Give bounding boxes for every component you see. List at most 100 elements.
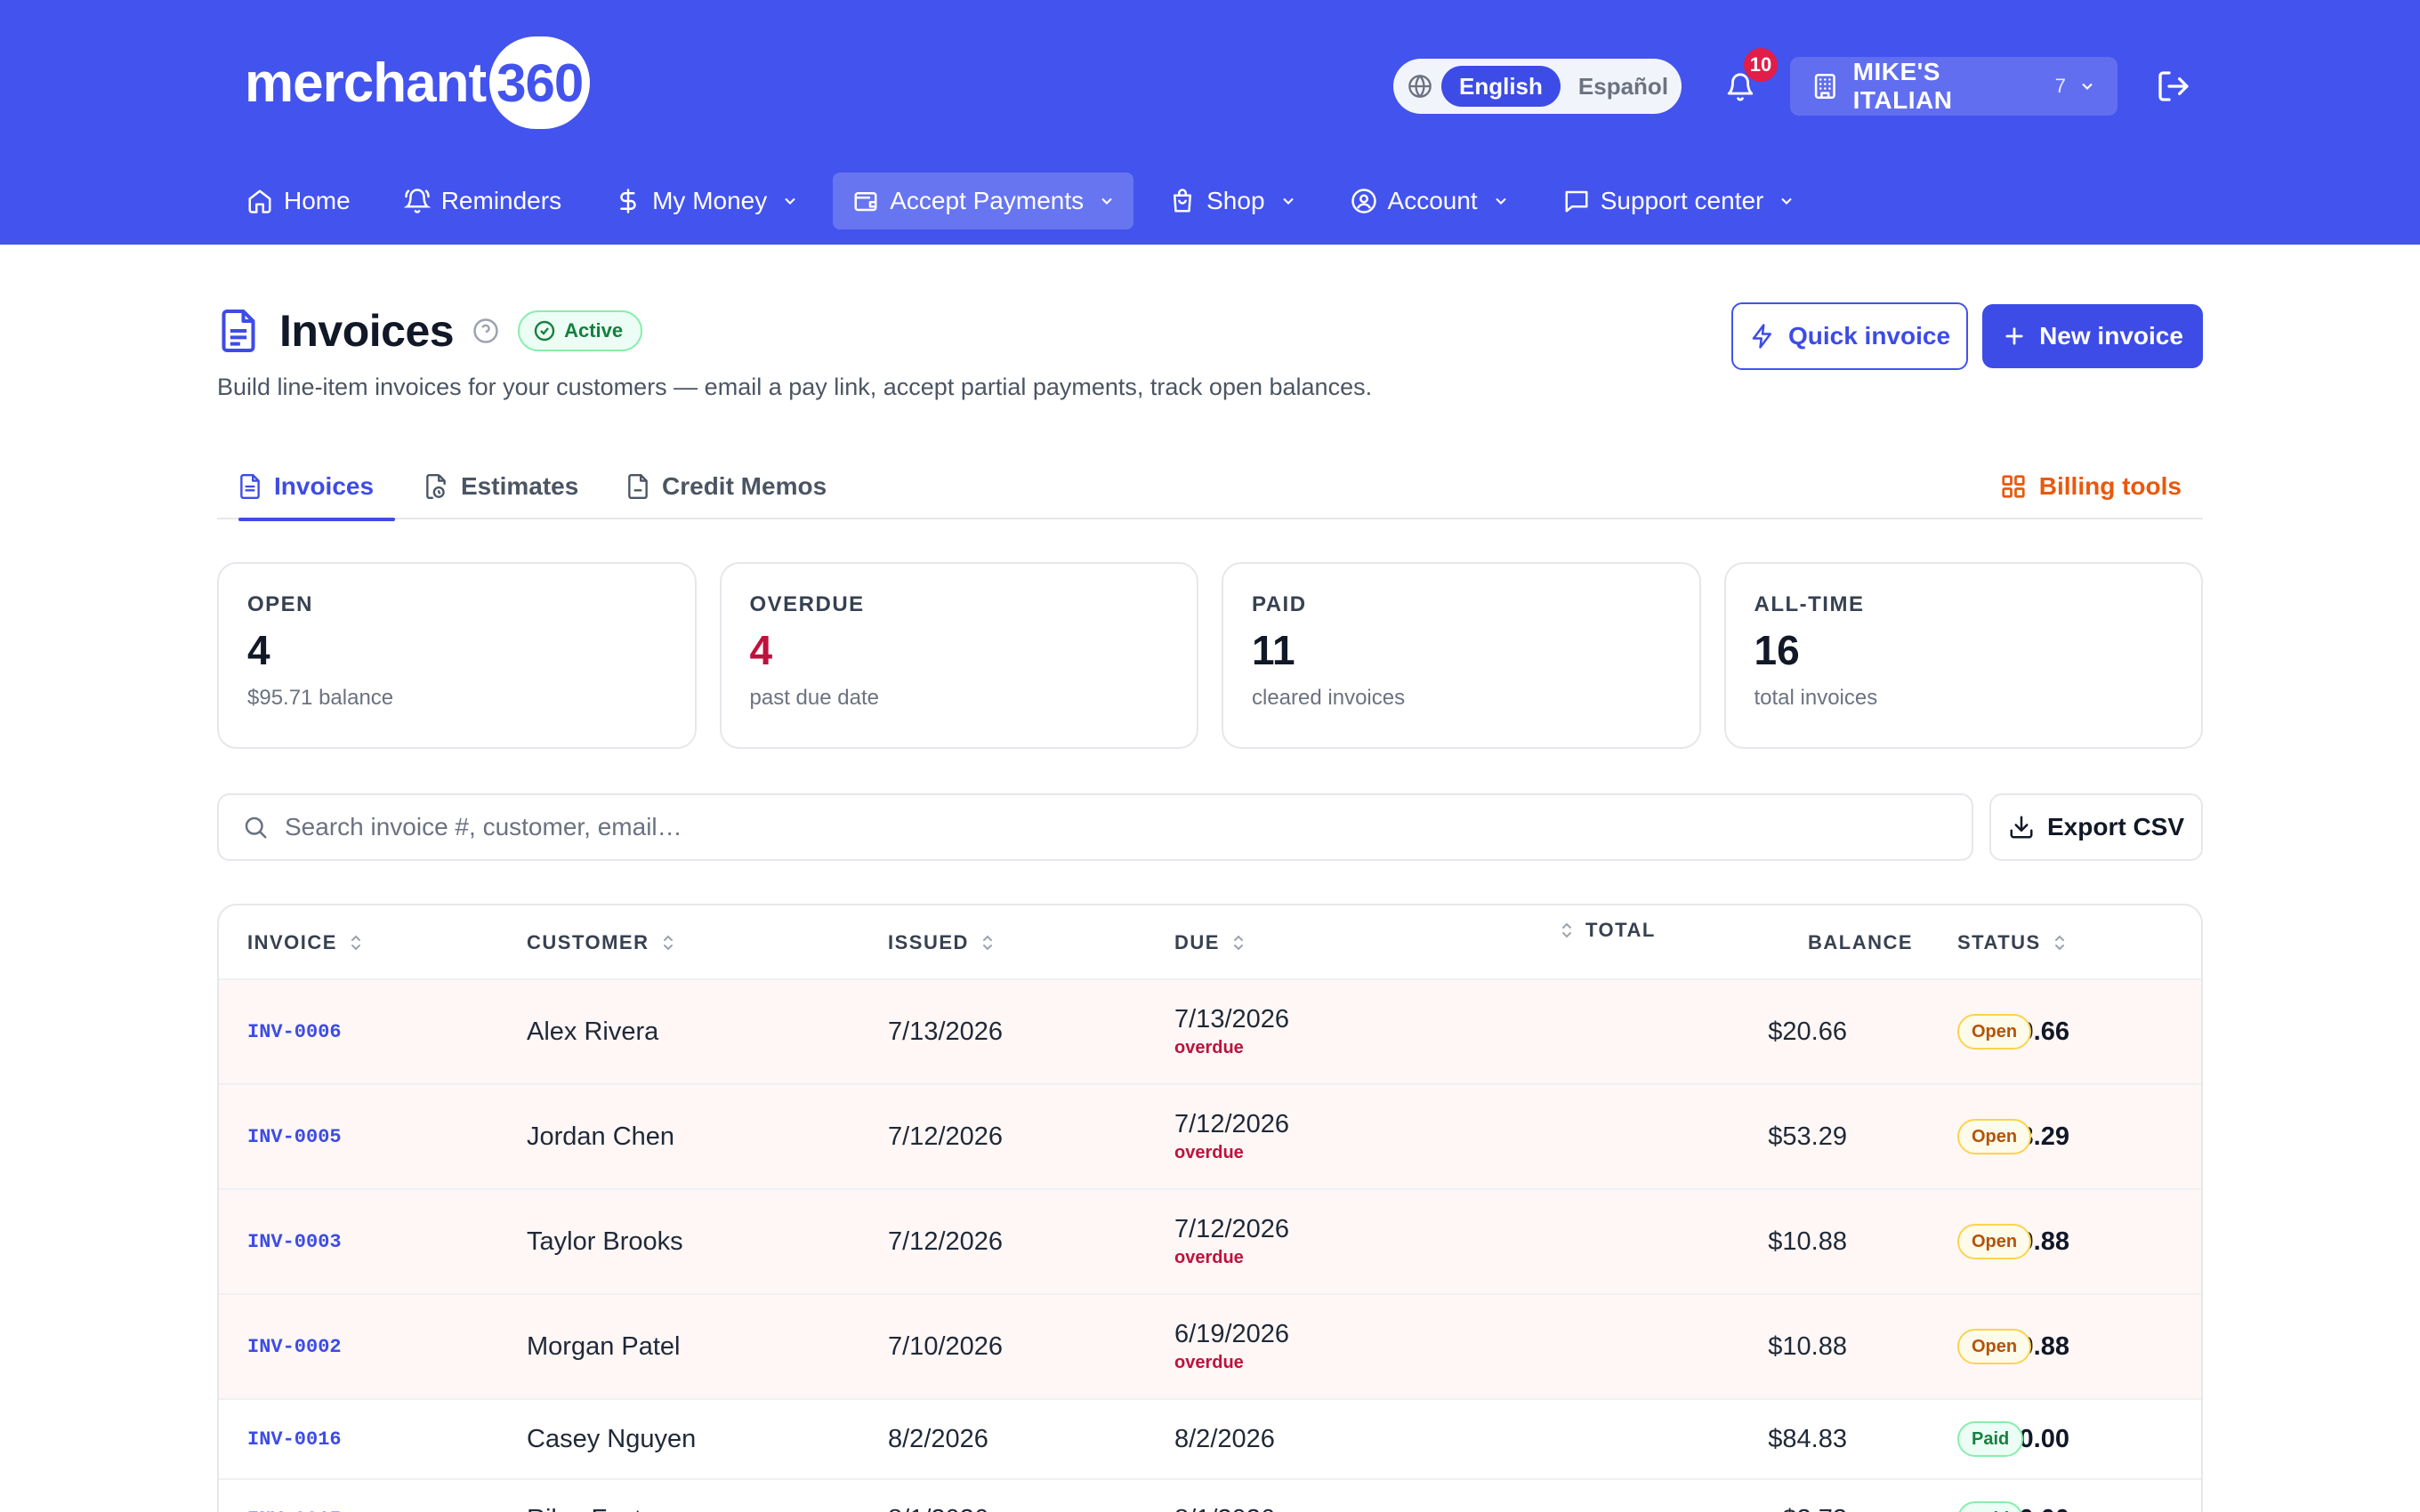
nav-item-reminders[interactable]: Reminders bbox=[384, 173, 579, 229]
search-box bbox=[217, 793, 1973, 861]
nav-item-label: My Money bbox=[652, 187, 768, 214]
invoice-number-link[interactable]: INV-0003 bbox=[247, 1190, 342, 1293]
column-header-label: TOTAL bbox=[1585, 919, 1656, 941]
stat-card-paid[interactable]: PAID 11 cleared invoices bbox=[1222, 562, 1701, 749]
chevron-down-icon bbox=[1492, 192, 1510, 210]
invoice-number-link[interactable]: INV-0006 bbox=[247, 980, 342, 1083]
status-badge: Open bbox=[1957, 1224, 2032, 1259]
export-csv-button[interactable]: Export CSV bbox=[1989, 793, 2203, 861]
column-header-status[interactable]: STATUS bbox=[1957, 905, 2068, 980]
nav-item-home[interactable]: Home bbox=[227, 173, 368, 229]
quick-invoice-label: Quick invoice bbox=[1787, 322, 1951, 350]
due-date-cell: 7/12/2026 overdue bbox=[1174, 1190, 1289, 1293]
brand-logo[interactable]: merchant 360 bbox=[245, 34, 591, 132]
customer-name: Taylor Brooks bbox=[527, 1226, 683, 1256]
notifications-button[interactable]: 10 bbox=[1717, 48, 1778, 112]
overdue-label: overdue bbox=[1174, 1038, 1244, 1058]
customer-name: Alex Rivera bbox=[527, 1017, 659, 1046]
billing-tools-button[interactable]: Billing tools bbox=[2000, 454, 2182, 519]
column-header-customer[interactable]: CUSTOMER bbox=[527, 905, 676, 980]
invoice-number-link[interactable]: INV-0005 bbox=[247, 1085, 342, 1188]
due-date: 8/1/2026 bbox=[1174, 1480, 1275, 1512]
stat-cards: OPEN 4 $95.71 balance OVERDUE 4 past due… bbox=[217, 562, 2203, 749]
page-subtitle: Build line-item invoices for your custom… bbox=[217, 374, 1373, 400]
sort-icon bbox=[348, 932, 364, 953]
quick-invoice-button[interactable]: Quick invoice bbox=[1731, 302, 1968, 370]
chevron-down-icon bbox=[1098, 192, 1116, 210]
language-option-english[interactable]: English bbox=[1441, 66, 1561, 107]
search-input[interactable] bbox=[285, 813, 1940, 841]
stat-card-overdue[interactable]: OVERDUE 4 past due date bbox=[719, 562, 1198, 749]
column-header-issued[interactable]: ISSUED bbox=[888, 905, 996, 980]
help-icon[interactable] bbox=[472, 317, 500, 345]
issued-date: 8/2/2026 bbox=[888, 1424, 988, 1453]
column-header-due[interactable]: DUE bbox=[1174, 905, 1246, 980]
notification-count-badge: 10 bbox=[1744, 48, 1778, 82]
new-invoice-button[interactable]: New invoice bbox=[1982, 304, 2203, 368]
stat-label: PAID bbox=[1252, 592, 1307, 616]
column-header-total[interactable]: TOTAL bbox=[1559, 905, 1656, 968]
invoice-total: $84.83 bbox=[1768, 1424, 1847, 1453]
invoice-balance: $10.88 bbox=[1820, 1190, 2069, 1293]
shopping-bag-icon bbox=[1167, 186, 1198, 216]
column-header-label: DUE bbox=[1174, 931, 1220, 953]
table-row[interactable]: INV-0006 Alex Rivera 7/13/2026 7/13/2026… bbox=[219, 980, 2201, 1085]
nav-item-my-money[interactable]: My Money bbox=[595, 173, 817, 229]
tab-credit-memos[interactable]: Credit Memos bbox=[626, 454, 827, 519]
home-icon bbox=[245, 186, 275, 216]
invoice-balance: $0.00 bbox=[1820, 1480, 2069, 1512]
nav-item-label: Support center bbox=[1600, 187, 1764, 214]
logout-button[interactable] bbox=[2151, 64, 2196, 109]
table-row[interactable]: INV-0016 Casey Nguyen 8/2/2026 8/2/2026 … bbox=[219, 1400, 2201, 1480]
stat-card-all-time[interactable]: ALL-TIME 16 total invoices bbox=[1723, 562, 2203, 749]
status-badge: Open bbox=[1957, 1329, 2032, 1364]
invoice-total: $10.88 bbox=[1768, 1226, 1847, 1256]
invoice-number-link[interactable]: INV-0016 bbox=[247, 1400, 342, 1478]
user-circle-icon bbox=[1349, 186, 1379, 216]
stat-value: 16 bbox=[1754, 627, 1800, 673]
document-icon bbox=[217, 308, 260, 354]
due-date-cell: 7/12/2026 overdue bbox=[1174, 1085, 1289, 1188]
globe-icon bbox=[1408, 72, 1432, 101]
nav-item-label: Reminders bbox=[440, 187, 562, 214]
customer-name: Morgan Patel bbox=[527, 1331, 681, 1361]
stat-label: ALL-TIME bbox=[1754, 592, 1865, 616]
column-header-label: ISSUED bbox=[888, 931, 969, 953]
language-option-espanol[interactable]: Español bbox=[1561, 66, 1686, 107]
status-badge: Open bbox=[1957, 1119, 2032, 1154]
stat-card-open[interactable]: OPEN 4 $95.71 balance bbox=[217, 562, 697, 749]
document-clock-icon bbox=[424, 473, 448, 500]
nav-item-accept-payments[interactable]: Accept Payments bbox=[833, 173, 1134, 229]
stat-value: 4 bbox=[749, 627, 773, 673]
invoice-number-link[interactable]: INV-0002 bbox=[247, 1295, 342, 1398]
nav-item-account[interactable]: Account bbox=[1331, 173, 1528, 229]
tab-estimates[interactable]: Estimates bbox=[424, 454, 578, 519]
grid-icon bbox=[2000, 473, 2027, 500]
nav-item-support-center[interactable]: Support center bbox=[1544, 173, 1814, 229]
table-row[interactable]: INV-0003 Taylor Brooks 7/12/2026 7/12/20… bbox=[219, 1190, 2201, 1295]
customer-name: Riley Foster bbox=[527, 1480, 665, 1512]
stat-subtext: past due date bbox=[749, 685, 879, 710]
table-row[interactable]: INV-0015 Riley Foster 8/1/2026 8/1/2026 … bbox=[219, 1480, 2201, 1512]
main-nav: Home Reminders My Money Accept Payments … bbox=[227, 173, 1829, 229]
customer-name: Casey Nguyen bbox=[527, 1424, 697, 1453]
page-title-row: Invoices Active bbox=[217, 302, 643, 359]
document-icon bbox=[238, 473, 262, 500]
search-icon bbox=[242, 814, 269, 840]
table-row[interactable]: INV-0002 Morgan Patel 7/10/2026 6/19/202… bbox=[219, 1295, 2201, 1400]
stat-label: OPEN bbox=[247, 592, 314, 616]
tab-invoices[interactable]: Invoices bbox=[238, 454, 396, 521]
table-row[interactable]: INV-0005 Jordan Chen 7/12/2026 7/12/2026… bbox=[219, 1085, 2201, 1190]
due-date-cell: 6/19/2026 overdue bbox=[1174, 1295, 1289, 1398]
column-header-invoice[interactable]: INVOICE bbox=[247, 905, 364, 980]
logout-icon bbox=[2158, 71, 2189, 101]
invoice-total: $10.88 bbox=[1768, 1331, 1847, 1361]
nav-item-label: Accept Payments bbox=[890, 187, 1085, 214]
stat-value: 4 bbox=[247, 627, 270, 673]
invoice-number-link[interactable]: INV-0015 bbox=[247, 1480, 342, 1512]
nav-item-shop[interactable]: Shop bbox=[1150, 173, 1314, 229]
merchant-selector[interactable]: MIKE'S ITALIAN 7 bbox=[1790, 57, 2118, 116]
chevron-down-icon bbox=[2078, 77, 2096, 95]
download-icon bbox=[2008, 814, 2035, 840]
status-cell: Open bbox=[1957, 1190, 2032, 1293]
